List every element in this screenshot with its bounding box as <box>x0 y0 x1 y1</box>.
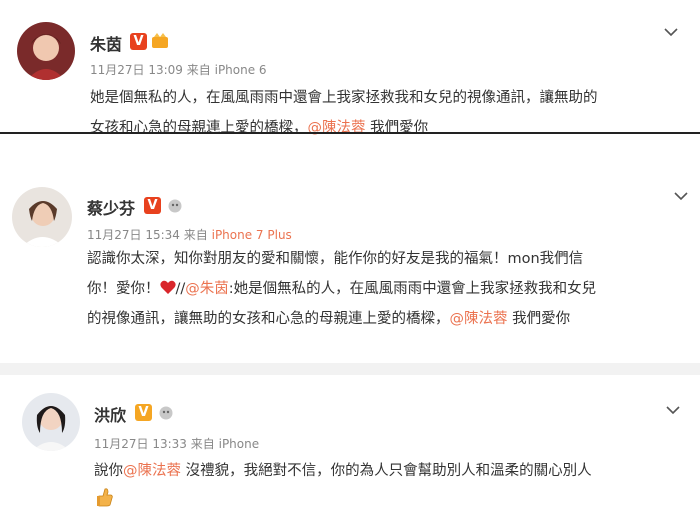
heart-icon <box>159 280 176 294</box>
author-name[interactable]: 朱茵 <box>90 31 122 55</box>
post-text: 她是個無私的人，在風風雨雨中還會上我家拯救我和女兒的視像通訊，讓無助的 女孩和心… <box>90 83 598 143</box>
post-text-line: 的視像通訊，讓無助的女孩和心急的母親連上愛的橋樑，@陳法蓉 我們愛你 <box>87 304 596 334</box>
post-source: iPhone 7 Plus <box>211 228 292 242</box>
post-time[interactable]: 11月27日 13:09 <box>90 63 183 77</box>
post-text-line: 說你@陳法蓉 沒禮貌，我絕對不信，你的為人只會幫助別人和溫柔的關心別人 <box>94 456 592 486</box>
text-segment: :她是個無私的人，在風風雨雨中還會上我家拯救我和女兒 <box>228 281 597 297</box>
weibo-post-3: 洪欣 V 11月27日 13:33 来自 iPhone 說你@陳法蓉 沒禮貌，我… <box>0 375 700 523</box>
avatar-zhu-yin[interactable] <box>17 22 75 80</box>
thumbs-up-icon <box>97 488 113 507</box>
post-text: 說你@陳法蓉 沒禮貌，我絕對不信，你的為人只會幫助別人和溫柔的關心別人 <box>94 456 592 486</box>
post-meta: 11月27日 13:33 来自 iPhone <box>94 435 259 452</box>
source-prefix: 来自 <box>186 63 211 77</box>
chevron-down-icon[interactable] <box>666 405 680 415</box>
member-badge-icon <box>157 404 175 420</box>
text-segment: 我們愛你 <box>507 311 571 327</box>
weibo-post-2: 蔡少芬 V 11月27日 15:34 来自 iPhone 7 Plus 認識你太… <box>0 165 700 365</box>
source-prefix: 来自 <box>190 437 215 451</box>
post-separator <box>0 363 700 375</box>
post-source: iPhone <box>218 437 260 451</box>
chevron-down-icon[interactable] <box>674 191 688 201</box>
text-segment: 說你 <box>94 463 123 479</box>
member-badge-icon <box>166 197 184 213</box>
post-text-line: 她是個無私的人，在風風雨雨中還會上我家拯救我和女兒的視像通訊，讓無助的 <box>90 90 598 106</box>
verified-badge: V <box>144 197 161 214</box>
mention-link[interactable]: @陳法蓉 <box>450 311 508 327</box>
author-name[interactable]: 蔡少芬 <box>87 195 135 219</box>
post-text-line: 認識你太深，知你對朋友的愛和關懷，能作你的好友是我的福氣！mon我們信 <box>87 251 584 267</box>
mention-link[interactable]: @陳法蓉 <box>123 463 181 479</box>
text-segment: 沒禮貌，我絕對不信，你的為人只會幫助別人和溫柔的關心別人 <box>181 463 592 479</box>
post-separator <box>0 132 700 134</box>
text-segment: 的視像通訊，讓無助的女孩和心急的母親連上愛的橋樑， <box>87 311 450 327</box>
post-time[interactable]: 11月27日 13:33 <box>94 437 187 451</box>
post-text: 認識你太深，知你對朋友的愛和關懷，能作你的好友是我的福氣！mon我們信 你！愛你… <box>87 244 596 334</box>
source-prefix: 来自 <box>183 228 208 242</box>
text-segment: // <box>175 281 186 297</box>
text-segment: 你！愛你！ <box>87 281 160 297</box>
avatar-cai-shao-fen[interactable] <box>12 187 72 247</box>
post-source: iPhone 6 <box>214 63 267 77</box>
post-meta: 11月27日 13:09 来自 iPhone 6 <box>90 61 267 78</box>
author-name[interactable]: 洪欣 <box>94 402 126 426</box>
member-badge-icon <box>151 33 169 49</box>
chevron-down-icon[interactable] <box>664 27 678 37</box>
post-time[interactable]: 11月27日 15:34 <box>87 228 180 242</box>
post-text-line: 女孩和心急的母親連上愛的橋樑，@陳法蓉 我們愛你 <box>90 113 598 143</box>
post-text-line: 你！愛你！ //@朱茵:她是個無私的人，在風風雨雨中還會上我家拯救我和女兒 <box>87 274 596 304</box>
verified-badge: V <box>135 404 152 421</box>
post-meta: 11月27日 15:34 来自 iPhone 7 Plus <box>87 226 292 243</box>
weibo-post-1: 朱茵 V 11月27日 13:09 来自 iPhone 6 她是個無私的人，在風… <box>0 0 700 136</box>
verified-badge: V <box>130 33 147 50</box>
mention-link[interactable]: @朱茵 <box>185 281 229 297</box>
avatar-hong-xin[interactable] <box>22 393 80 451</box>
